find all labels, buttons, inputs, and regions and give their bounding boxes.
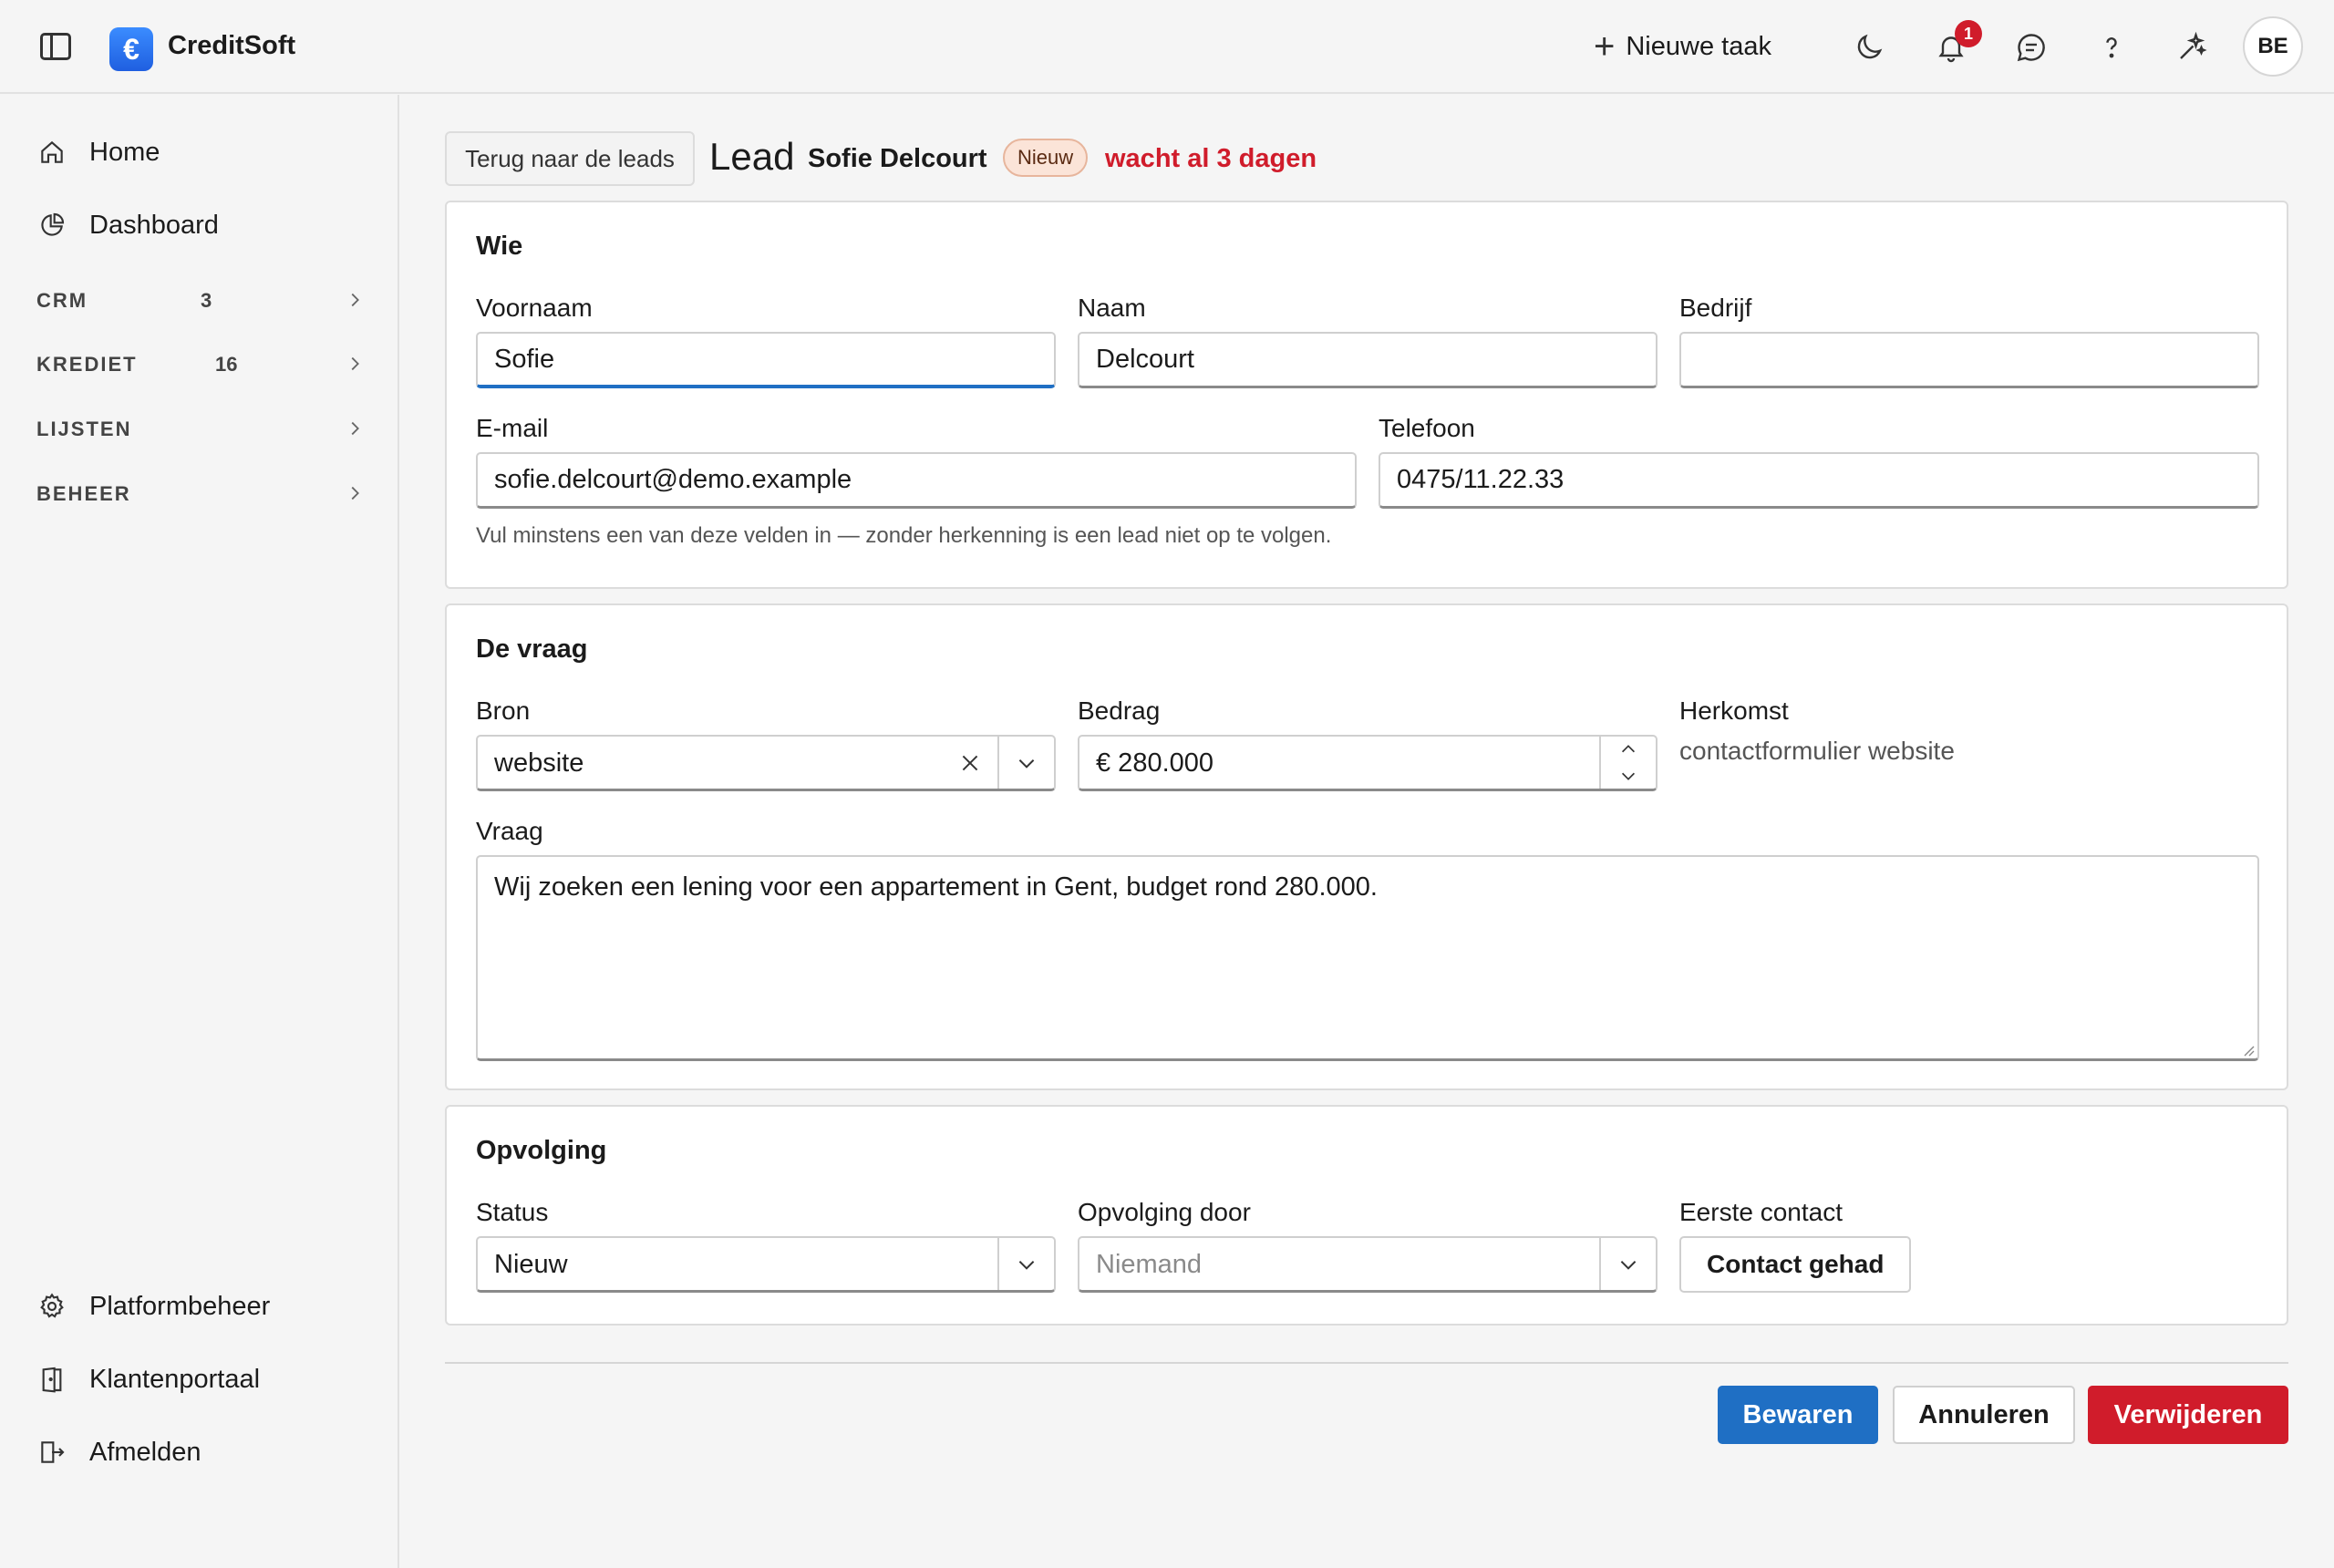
delete-button[interactable]: Verwijderen bbox=[2088, 1386, 2288, 1444]
card-title: Wie bbox=[476, 232, 523, 261]
gear-icon bbox=[36, 1291, 67, 1322]
last-name-field[interactable] bbox=[1078, 332, 1658, 388]
chevron-down-icon[interactable] bbox=[999, 737, 1054, 789]
first-contact-label: Eerste contact bbox=[1679, 1198, 1843, 1226]
sidebar-item-home[interactable]: Home bbox=[36, 129, 160, 175]
sidebar-item-afmelden[interactable]: Afmelden bbox=[36, 1429, 201, 1475]
amount-stepper[interactable]: € 280.000 bbox=[1078, 735, 1658, 791]
sidebar-group-krediet[interactable]: KREDIET 16 bbox=[36, 346, 365, 383]
home-icon bbox=[36, 137, 67, 168]
sidebar-item-label: Home bbox=[89, 137, 160, 167]
moon-icon[interactable] bbox=[1847, 26, 1891, 69]
status-badge: Nieuw bbox=[1003, 139, 1089, 177]
chevron-right-icon bbox=[345, 418, 365, 444]
sidebar: Home Dashboard CRM 3 KREDIET 16 LIJSTEN … bbox=[0, 95, 399, 1568]
status-label: Status bbox=[476, 1198, 549, 1226]
chevron-right-icon bbox=[345, 354, 365, 379]
amount-label: Bedrag bbox=[1078, 696, 1161, 725]
source-label: Bron bbox=[476, 696, 531, 725]
sidebar-item-dashboard[interactable]: Dashboard bbox=[36, 202, 219, 248]
avatar[interactable]: BE bbox=[2243, 16, 2303, 77]
sidebar-item-klantenportaal[interactable]: Klantenportaal bbox=[36, 1357, 260, 1402]
save-button[interactable]: Bewaren bbox=[1718, 1386, 1878, 1444]
sparkle-icon[interactable] bbox=[2170, 26, 2214, 69]
resize-grip-icon[interactable] bbox=[2241, 1043, 2283, 1085]
source-value: website bbox=[494, 748, 584, 778]
clear-icon[interactable] bbox=[945, 737, 996, 789]
company-field[interactable] bbox=[1679, 332, 2259, 388]
sidebar-group-count: 3 bbox=[201, 289, 212, 312]
owner-select[interactable]: Niemand bbox=[1078, 1236, 1658, 1293]
new-task-label: Nieuwe taak bbox=[1626, 31, 1771, 61]
sidebar-item-label: Klantenportaal bbox=[89, 1364, 261, 1394]
first-name-label: Voornaam bbox=[476, 294, 593, 322]
owner-label: Opvolging door bbox=[1078, 1198, 1251, 1226]
owner-placeholder: Niemand bbox=[1096, 1250, 1203, 1279]
app-logo: € bbox=[109, 27, 153, 71]
sidebar-group-label: CRM bbox=[36, 289, 88, 312]
chat-icon[interactable] bbox=[2009, 26, 2053, 69]
phone-field[interactable] bbox=[1379, 452, 2259, 509]
waiting-indicator: wacht al 3 dagen bbox=[1105, 144, 1317, 173]
card-wie: Wie Voornaam Naam Bedrijf E-mail Telefoo… bbox=[445, 201, 2288, 589]
sidebar-toggle-icon[interactable] bbox=[40, 33, 71, 60]
card-title: Opvolging bbox=[476, 1136, 607, 1165]
contact-gehad-button[interactable]: Contact gehad bbox=[1679, 1236, 1912, 1293]
new-task-button[interactable]: + Nieuwe taak bbox=[1594, 27, 1771, 66]
origin-label: Herkomst bbox=[1679, 696, 1789, 725]
logout-icon bbox=[36, 1437, 67, 1468]
cancel-button[interactable]: Annuleren bbox=[1893, 1386, 2075, 1444]
sidebar-item-platformbeheer[interactable]: Platformbeheer bbox=[36, 1284, 270, 1329]
notification-badge: 1 bbox=[1955, 20, 1982, 47]
divider bbox=[445, 1362, 2288, 1364]
chevron-right-icon bbox=[345, 290, 365, 315]
card-title: De vraag bbox=[476, 634, 588, 664]
sidebar-item-label: Platformbeheer bbox=[89, 1291, 271, 1321]
first-name-field[interactable] bbox=[476, 332, 1056, 388]
status-value: Nieuw bbox=[494, 1250, 568, 1279]
email-label: E-mail bbox=[476, 414, 549, 442]
bell-icon[interactable]: 1 bbox=[1929, 20, 1982, 69]
phone-label: Telefoon bbox=[1379, 414, 1475, 442]
sidebar-group-label: KREDIET bbox=[36, 353, 138, 376]
sidebar-group-beheer[interactable]: BEHEER bbox=[36, 476, 365, 512]
identification-hint: Vul minstens een van deze velden in — zo… bbox=[476, 523, 1332, 548]
chevron-right-icon bbox=[345, 483, 365, 509]
origin-value: contactformulier website bbox=[1679, 737, 1955, 765]
chevron-down-icon[interactable] bbox=[1601, 1238, 1656, 1290]
plus-icon: + bbox=[1594, 26, 1616, 67]
lead-name: Sofie Delcourt bbox=[808, 144, 987, 173]
sidebar-group-lijsten[interactable]: LIJSTEN bbox=[36, 411, 365, 448]
sidebar-group-crm[interactable]: CRM 3 bbox=[36, 283, 365, 319]
door-icon bbox=[36, 1364, 67, 1395]
amount-value: € 280.000 bbox=[1096, 748, 1214, 778]
pie-chart-icon bbox=[36, 210, 67, 241]
help-icon[interactable] bbox=[2090, 26, 2133, 69]
top-bar: € CreditSoft + Nieuwe taak 1 BE bbox=[0, 0, 2334, 94]
page-title: Lead bbox=[709, 135, 795, 178]
card-vraag: De vraag Bron website Bedrag € 280.000 H… bbox=[445, 603, 2288, 1090]
sidebar-item-label: Dashboard bbox=[89, 210, 219, 240]
chevron-down-icon[interactable] bbox=[1601, 763, 1656, 789]
chevron-down-icon[interactable] bbox=[999, 1238, 1054, 1290]
status-select[interactable]: Nieuw bbox=[476, 1236, 1056, 1293]
sidebar-group-label: LIJSTEN bbox=[36, 418, 132, 440]
sidebar-group-label: BEHEER bbox=[36, 482, 131, 505]
company-label: Bedrijf bbox=[1679, 294, 1752, 322]
sidebar-item-label: Afmelden bbox=[89, 1437, 201, 1467]
sidebar-group-count: 16 bbox=[215, 353, 238, 376]
source-select[interactable]: website bbox=[476, 735, 1056, 791]
chevron-up-icon[interactable] bbox=[1601, 737, 1656, 763]
last-name-label: Naam bbox=[1078, 294, 1146, 322]
app-brand: CreditSoft bbox=[168, 31, 296, 60]
question-textarea[interactable]: Wij zoeken een lening voor een apparteme… bbox=[476, 855, 2259, 1061]
question-label: Vraag bbox=[476, 817, 543, 845]
email-field[interactable] bbox=[476, 452, 1357, 509]
back-to-leads-button[interactable]: Terug naar de leads bbox=[445, 131, 695, 186]
card-opvolging: Opvolging Status Nieuw Opvolging door Ni… bbox=[445, 1105, 2288, 1326]
